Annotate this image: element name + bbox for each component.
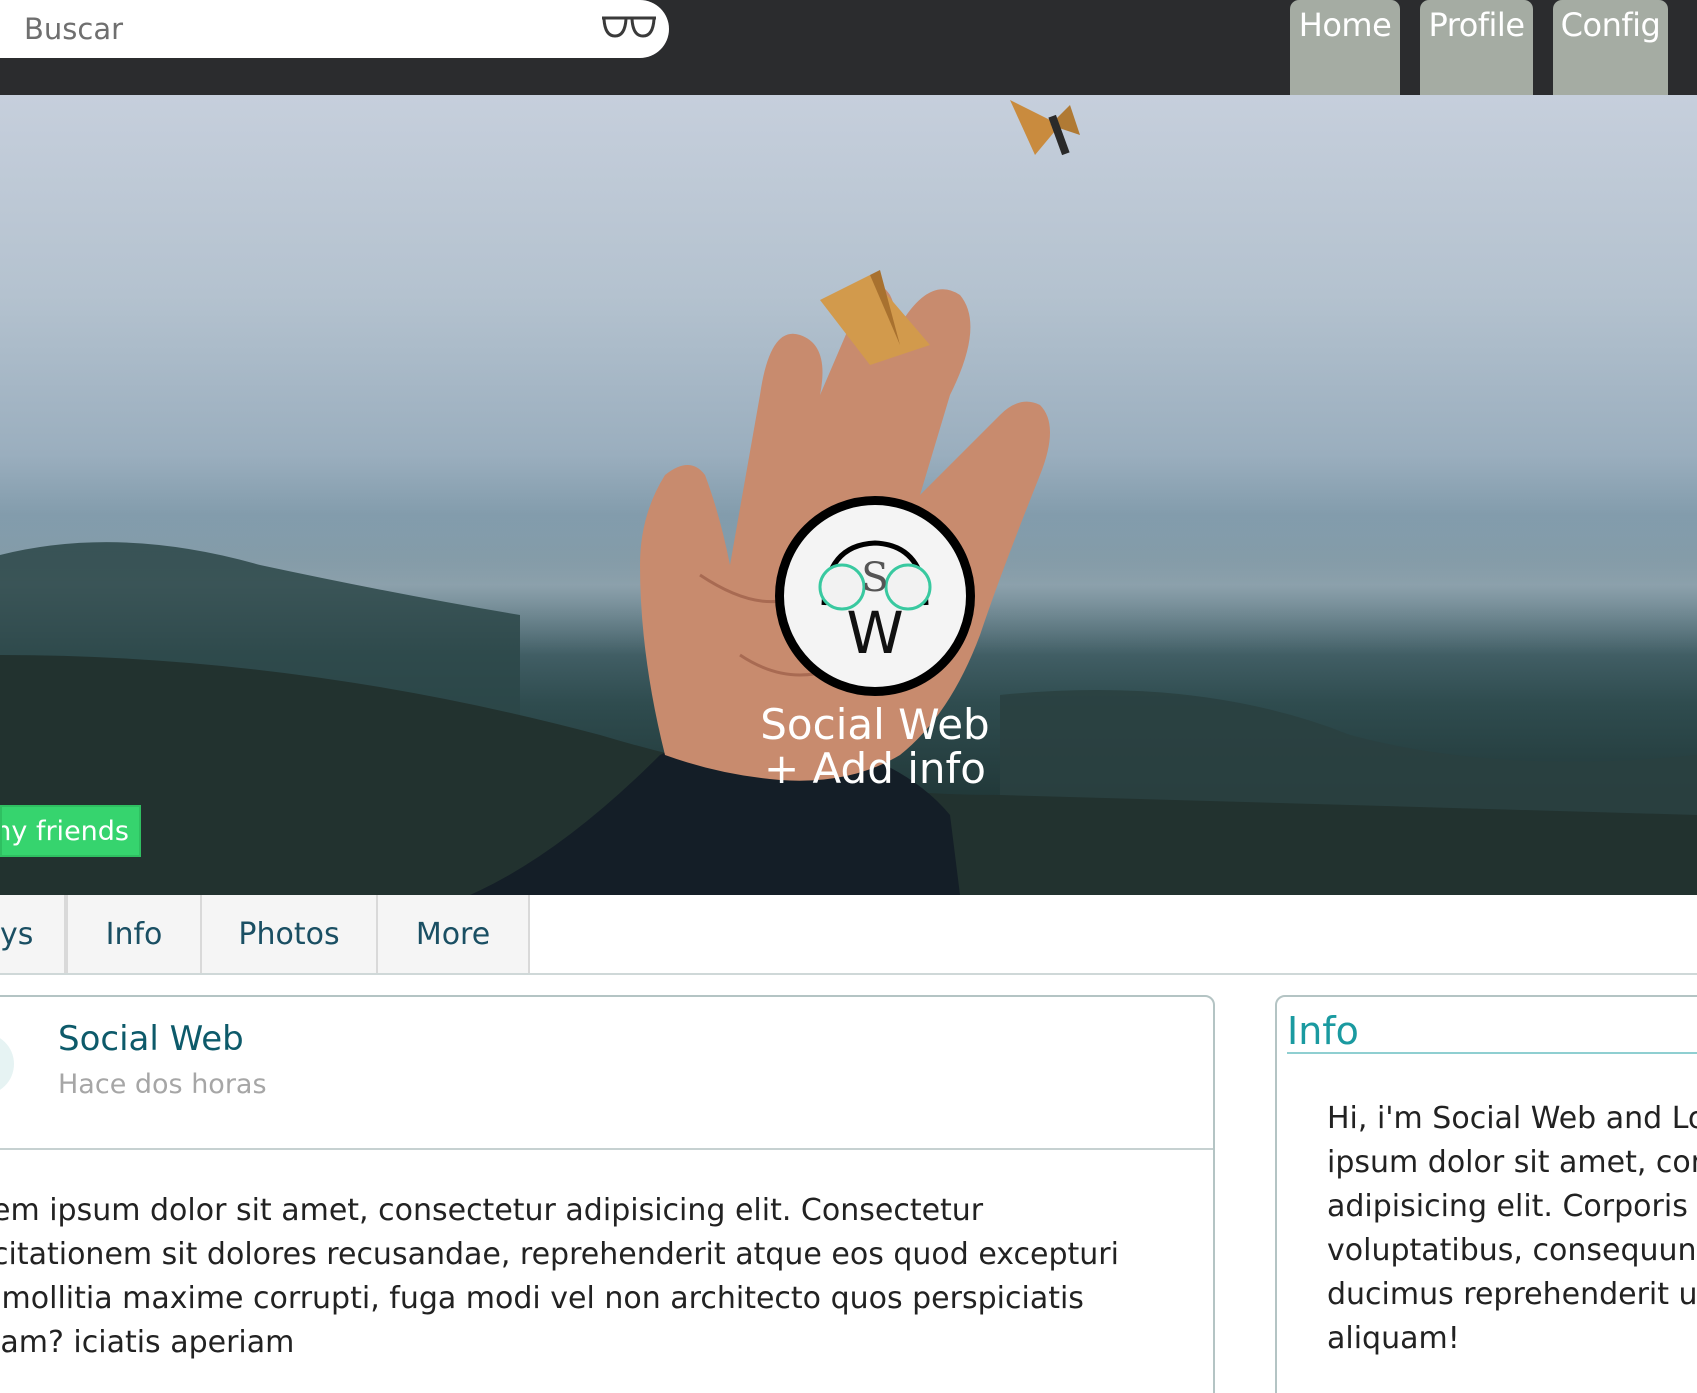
glasses-icon[interactable] <box>600 14 658 44</box>
cover-profile-name: Social Web <box>760 700 990 749</box>
info-line: adipisicing elit. Corporis <box>1327 1189 1688 1224</box>
post-header: Social Web Hace dos horas <box>0 997 1213 1150</box>
info-line: ipsum dolor sit amet, con <box>1327 1145 1697 1180</box>
post-line: citationem sit dolores recusandae, repre… <box>0 1237 1119 1272</box>
search-bar <box>0 0 669 58</box>
cover-image: S W Social Web + Add info <box>0 95 1697 895</box>
tab-photos[interactable]: Photos <box>200 895 378 973</box>
post-avatar[interactable] <box>0 1033 14 1095</box>
info-line: aliquam! <box>1327 1321 1460 1356</box>
profile-tabs: ys Info Photos More <box>0 895 1697 975</box>
info-divider <box>1287 1052 1697 1054</box>
my-friends-button[interactable]: my friends <box>0 805 141 857</box>
svg-text:S: S <box>861 555 888 601</box>
info-line: voluptatibus, consequunt <box>1327 1233 1697 1268</box>
tab-info[interactable]: Info <box>66 895 202 973</box>
post-line: em ipsum dolor sit amet, consectetur adi… <box>0 1193 984 1228</box>
add-info-link[interactable]: + Add info <box>700 747 1050 791</box>
post-line: mollitia maxime corrupti, fuga modi vel … <box>0 1281 1084 1316</box>
nav-profile-tab[interactable]: Profile <box>1420 0 1533 95</box>
svg-text:W: W <box>846 599 903 667</box>
info-line: ducimus reprehenderit ul <box>1327 1277 1697 1312</box>
info-card: Info Hi, i'm Social Web and Lo ipsum dol… <box>1275 995 1697 1393</box>
tab-more[interactable]: More <box>376 895 530 973</box>
post-body: em ipsum dolor sit amet, consectetur adi… <box>0 1189 1142 1365</box>
info-title: Info <box>1287 1009 1359 1053</box>
profile-avatar[interactable]: S W <box>775 496 975 696</box>
post-line: iam? iciatis aperiam <box>0 1325 295 1360</box>
nav-home-tab[interactable]: Home <box>1290 0 1400 95</box>
info-line: Hi, i'm Social Web and Lo <box>1327 1101 1697 1136</box>
nav-config-tab[interactable]: Config <box>1553 0 1668 95</box>
post-author[interactable]: Social Web <box>58 1019 244 1059</box>
top-bar: Home Profile Config <box>0 0 1697 95</box>
post-card: Social Web Hace dos horas em ipsum dolor… <box>0 995 1215 1393</box>
post-timestamp: Hace dos horas <box>58 1069 267 1100</box>
logo-icon: S W <box>818 540 932 667</box>
tab-partial[interactable]: ys <box>0 895 66 973</box>
moth-upper <box>1010 100 1080 156</box>
info-text: Hi, i'm Social Web and Lo ipsum dolor si… <box>1327 1097 1697 1361</box>
search-input[interactable] <box>0 4 560 54</box>
